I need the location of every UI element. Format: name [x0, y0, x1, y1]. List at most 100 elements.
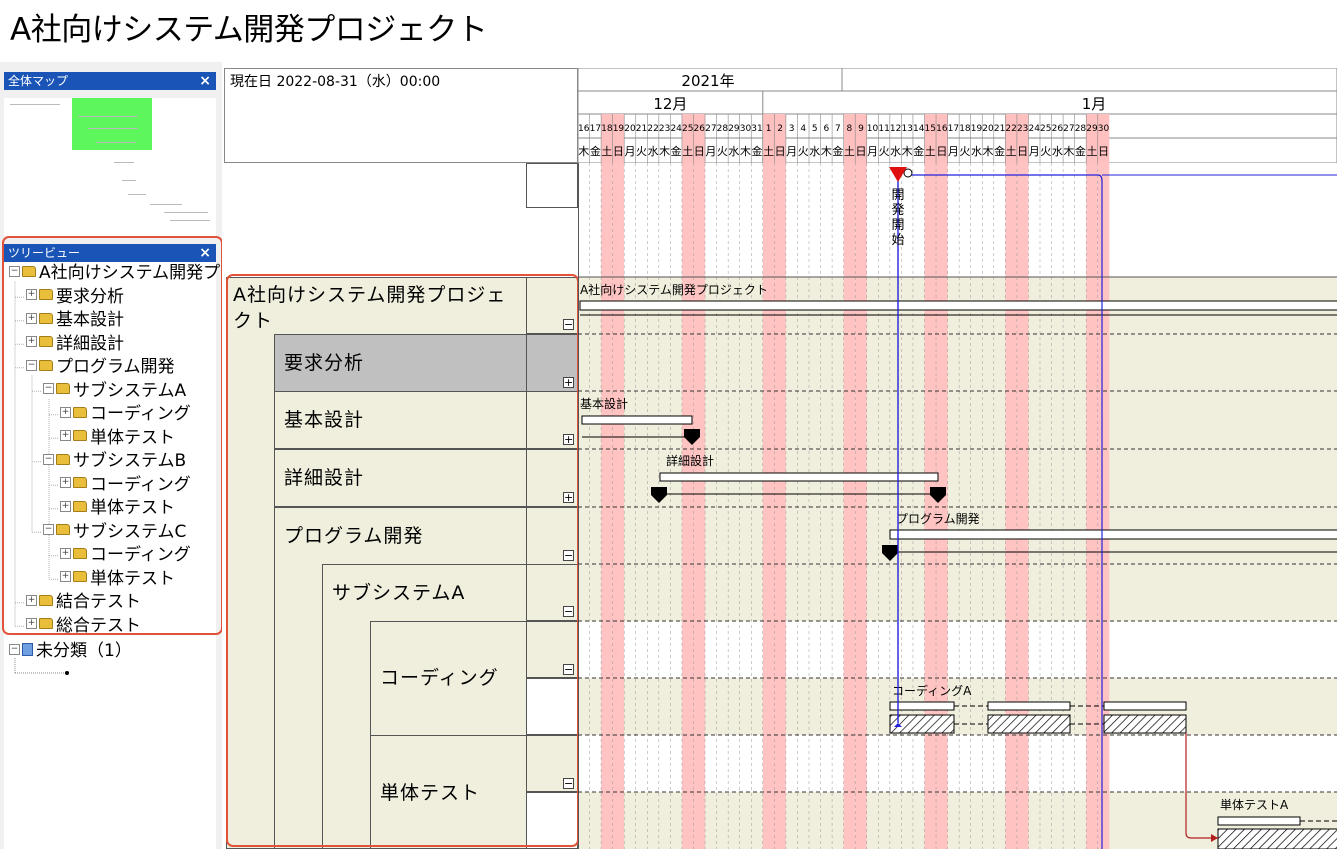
- wbs-node-label: コーディング: [380, 667, 499, 689]
- map-line: [164, 212, 208, 213]
- overview-map[interactable]: [4, 98, 216, 236]
- calendar-weekday: 木: [740, 145, 751, 158]
- calendar-day: 7: [835, 124, 841, 134]
- calendar-day: 11: [878, 124, 889, 134]
- calendar-weekday: 金: [994, 144, 1005, 158]
- calendar-day: 2: [777, 124, 783, 134]
- tree-leaf-dot: [65, 671, 69, 675]
- expand-icon[interactable]: +: [60, 571, 71, 582]
- gantt-chart[interactable]: A社向けシステム開発プロジェクト基本設計詳細設計プログラム開発コーディングA 単体…: [578, 163, 1337, 849]
- tree-item-label: 未分類（1）: [36, 641, 132, 661]
- calendar-day: 25: [1040, 124, 1051, 134]
- tree-item[interactable]: + 要求分析: [26, 286, 124, 310]
- calendar-day: 28: [1075, 124, 1087, 134]
- collapse-icon[interactable]: −: [43, 524, 54, 535]
- folder-icon: [39, 594, 53, 606]
- collapse-icon[interactable]: −: [9, 265, 20, 277]
- expand-icon[interactable]: +: [26, 594, 37, 606]
- wbs-node-side-cell[interactable]: [526, 678, 578, 735]
- expand-icon[interactable]: +: [563, 377, 574, 388]
- tree-item[interactable]: + コーディング: [60, 474, 191, 498]
- tree-panel-header[interactable]: ツリービュー ×: [4, 244, 216, 262]
- milestone-label-char: 開: [891, 188, 904, 203]
- weekend-column: [601, 163, 613, 849]
- calendar-month: 12月: [653, 95, 687, 113]
- wbs-node-side-cell[interactable]: [526, 792, 578, 849]
- wbs-empty-cell[interactable]: [526, 163, 578, 208]
- collapse-icon[interactable]: −: [43, 453, 54, 465]
- collapse-icon[interactable]: −: [43, 383, 54, 394]
- tree-item-label: 結合テスト: [56, 592, 141, 612]
- tree-item-label: 総合テスト: [56, 615, 141, 636]
- tree-item[interactable]: − プログラム開発: [26, 356, 175, 380]
- weekend-column: [681, 163, 694, 849]
- tree-item-label: 基本設計: [56, 310, 124, 330]
- expand-icon[interactable]: +: [60, 500, 71, 512]
- map-line: [96, 142, 136, 143]
- calendar-weekday: 月: [1029, 145, 1040, 158]
- calendar-day: 19: [971, 124, 983, 134]
- calendar-day: 8: [847, 124, 853, 134]
- tree-item-unclassified[interactable]: − 未分類（1）: [9, 640, 132, 664]
- calendar-weekday: 火: [959, 145, 970, 158]
- calendar-day: 5: [812, 124, 818, 134]
- expand-icon[interactable]: +: [60, 477, 71, 488]
- calendar-day: 20: [624, 124, 636, 134]
- tree-item[interactable]: − サブシステムB: [43, 450, 186, 474]
- calendar-day: 25: [682, 124, 693, 134]
- expand-icon[interactable]: +: [60, 547, 71, 559]
- expand-icon[interactable]: +: [60, 406, 71, 418]
- collapse-icon[interactable]: −: [563, 778, 574, 789]
- tree-item[interactable]: + 結合テスト: [26, 591, 141, 615]
- calendar-weekday: 土: [763, 145, 774, 158]
- tree-item[interactable]: − サブシステムC: [43, 521, 186, 545]
- calendar-day: 29: [728, 124, 740, 134]
- collapse-icon[interactable]: −: [563, 664, 574, 675]
- gantt-task-label: 詳細設計: [666, 453, 714, 468]
- calendar-day: 27: [1063, 124, 1074, 134]
- collapse-icon[interactable]: −: [563, 319, 574, 330]
- milestone-label-char: 始: [891, 233, 904, 248]
- collapse-icon[interactable]: −: [26, 359, 37, 371]
- expand-icon[interactable]: +: [563, 434, 574, 445]
- map-panel-header[interactable]: 全体マップ ×: [4, 72, 216, 90]
- gantt-task-bar: [1103, 701, 1187, 711]
- tree-item[interactable]: + 単体テスト: [60, 568, 175, 592]
- expand-icon[interactable]: +: [26, 618, 37, 629]
- tree-item[interactable]: + 総合テスト: [26, 615, 141, 639]
- calendar-day: 17: [590, 124, 601, 134]
- tree-item[interactable]: + 単体テスト: [60, 497, 175, 521]
- tree-item-label: 単体テスト: [90, 498, 175, 518]
- tree-item[interactable]: − サブシステムA: [43, 380, 186, 404]
- calendar-day: 28: [717, 124, 729, 134]
- close-icon[interactable]: ×: [199, 244, 211, 262]
- tree-item-label: 要求分析: [56, 286, 124, 307]
- calendar-weekday: 月: [786, 145, 797, 158]
- calendar-day: 18: [959, 124, 971, 134]
- tree-item[interactable]: + コーディング: [60, 544, 191, 568]
- tree-item[interactable]: + コーディング: [60, 403, 191, 427]
- calendar-year: 2021年: [681, 72, 734, 90]
- calendar-weekday: 水: [890, 145, 901, 158]
- collapse-icon[interactable]: −: [563, 550, 574, 561]
- tree-item[interactable]: + 基本設計: [26, 309, 124, 333]
- wbs-node-label: 単体テスト: [380, 782, 481, 804]
- expand-icon[interactable]: +: [26, 312, 37, 324]
- expand-icon[interactable]: +: [26, 289, 37, 300]
- calendar-day: 22: [1005, 124, 1016, 134]
- calendar-day: 16: [936, 124, 948, 134]
- gantt-summary-bar: [889, 529, 1337, 540]
- gantt-task-label: A社向けシステム開発プロジェクト: [580, 282, 768, 297]
- tree-item-label: サブシステムA: [73, 380, 187, 401]
- expand-icon[interactable]: +: [60, 430, 71, 441]
- expand-icon[interactable]: +: [26, 336, 37, 347]
- tree-item[interactable]: + 詳細設計: [26, 333, 124, 357]
- collapse-icon[interactable]: −: [563, 606, 574, 617]
- expand-icon[interactable]: +: [563, 492, 574, 503]
- tree-view[interactable]: − A社向けシステム開発プロジェクト + 要求分析 + 基本設計 + 詳細設計 − プログラム開発…: [4, 262, 305, 849]
- tree-item[interactable]: + 単体テスト: [60, 427, 175, 451]
- wbs-node-label: プログラム開発: [284, 525, 424, 547]
- collapse-icon[interactable]: −: [9, 643, 20, 655]
- close-icon[interactable]: ×: [199, 72, 211, 90]
- calendar-day: 19: [613, 124, 625, 134]
